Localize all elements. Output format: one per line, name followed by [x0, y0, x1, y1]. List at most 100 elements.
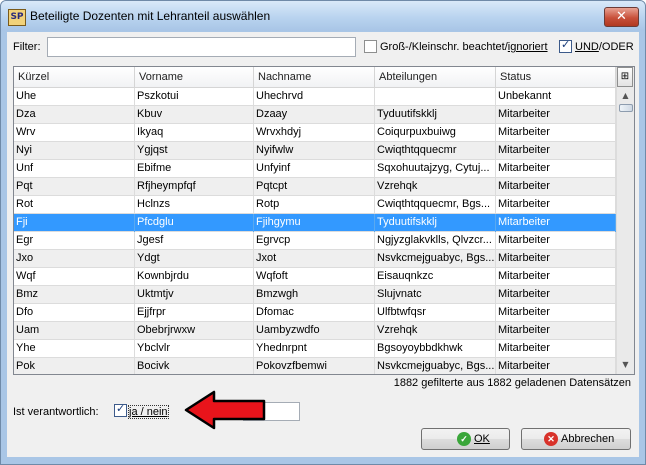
cell-vorname: Bocivk	[135, 358, 254, 374]
cell-vorname: Ebifme	[135, 160, 254, 178]
cell-kuerzel: Wrv	[14, 124, 135, 142]
table-row[interactable]: Fji Pfcdglu Fjihgymu Tyduutifskklj Mitarbeit…	[14, 214, 616, 232]
cell-nachname: Dfomac	[254, 304, 375, 322]
column-chooser-icon[interactable]: ⊞	[617, 67, 633, 87]
and-or-label-und: UND	[575, 41, 599, 53]
cell-kuerzel: Jxo	[14, 250, 135, 268]
column-header-kuerzel[interactable]: Kürzel	[14, 67, 135, 87]
vertical-scrollbar[interactable]: ⊞ ▲ ▼	[616, 67, 634, 374]
cell-abteilungen: Vzrehqk	[375, 322, 496, 340]
title-bar[interactable]: SP Beteiligte Dozenten mit Lehranteil au…	[1, 1, 645, 31]
table-row[interactable]: Egr Jgesf Egrvcp Ngjyzglakvklls, Qlvzcr... M…	[14, 232, 616, 250]
cell-vorname: Ygjqst	[135, 142, 254, 160]
table-row[interactable]: Dza Kbuv Dzaay Tyduutifskklj Mitarbeiter	[14, 106, 616, 124]
window-title: Beteiligte Dozenten mit Lehranteil auswä…	[30, 9, 271, 23]
cell-nachname: Wrvxhdyj	[254, 124, 375, 142]
cell-status: Mitarbeiter	[496, 106, 616, 124]
cell-abteilungen: Sqxohuutajzyg, Cytuj...	[375, 160, 496, 178]
cell-vorname: Pfcdglu	[135, 214, 254, 232]
cell-status: Mitarbeiter	[496, 322, 616, 340]
table-row[interactable]: Pqt Rfjheympfqf Pqtcpt Vzrehqk Mitarbeiter	[14, 178, 616, 196]
cell-abteilungen: Vzrehqk	[375, 178, 496, 196]
cell-abteilungen: Slujvnatc	[375, 286, 496, 304]
cell-nachname: Dzaay	[254, 106, 375, 124]
table-row[interactable]: Uhe Pszkotui Uhechrvd Unbekannt	[14, 88, 616, 106]
record-count: 1882 gefilterte aus 1882 geladenen Daten…	[393, 377, 631, 389]
scroll-down-icon[interactable]: ▼	[617, 357, 634, 373]
table-row[interactable]: Unf Ebifme Unfyinf Sqxohuutajzyg, Cytuj... M…	[14, 160, 616, 178]
cell-nachname: Pqtcpt	[254, 178, 375, 196]
cell-status: Mitarbeiter	[496, 232, 616, 250]
table-row[interactable]: Pok Bocivk Pokovzfbemwi Nsvkcmejguabyc, Bgs…	[14, 358, 616, 374]
filter-label: Filter:	[13, 41, 41, 53]
ok-button-label: OK	[474, 433, 490, 445]
dialog-window: SP Beteiligte Dozenten mit Lehranteil au…	[0, 0, 646, 465]
table-row[interactable]: Yhe Ybclvlr Yhednrpnt Bgsoyoybbdkhwk Mitarbe…	[14, 340, 616, 358]
cell-nachname: Fjihgymu	[254, 214, 375, 232]
close-button[interactable]: ✕	[604, 7, 639, 27]
responsible-option-label[interactable]: ja / nein	[128, 405, 169, 419]
lecturer-table[interactable]: Kürzel Vorname Nachname Abteilungen Stat…	[13, 66, 635, 375]
table-row[interactable]: Rot Hclnzs Rotp Cwiqthtqquecmr, Bgs... Mitar…	[14, 196, 616, 214]
cell-vorname: Hclnzs	[135, 196, 254, 214]
cell-nachname: Wqfoft	[254, 268, 375, 286]
app-icon: SP	[8, 9, 26, 26]
cell-nachname: Uambyzwdfo	[254, 322, 375, 340]
cell-nachname: Unfyinf	[254, 160, 375, 178]
cell-nachname: Uhechrvd	[254, 88, 375, 106]
column-header-status[interactable]: Status	[496, 67, 616, 87]
table-row[interactable]: Wqf Kownbjrdu Wqfoft Eisauqnkzc Mitarbeiter	[14, 268, 616, 286]
cell-kuerzel: Fji	[14, 214, 135, 232]
cell-vorname: Ydgt	[135, 250, 254, 268]
cell-status: Mitarbeiter	[496, 124, 616, 142]
cell-kuerzel: Wqf	[14, 268, 135, 286]
table-row[interactable]: Uam Obebrjrwxw Uambyzwdfo Vzrehqk Mitarbeite…	[14, 322, 616, 340]
cell-vorname: Rfjheympfqf	[135, 178, 254, 196]
responsible-checkbox[interactable]	[114, 402, 127, 417]
cell-abteilungen	[375, 88, 496, 106]
column-header-abteilungen[interactable]: Abteilungen	[375, 67, 496, 87]
and-or-checkbox[interactable]	[559, 38, 572, 53]
cell-vorname: Ybclvlr	[135, 340, 254, 358]
case-sensitive-checkbox[interactable]	[364, 40, 377, 53]
table-row[interactable]: Wrv Ikyaq Wrvxhdyj Coiqurpuxbuiwg Mitarbeite…	[14, 124, 616, 142]
table-body: Uhe Pszkotui Uhechrvd Unbekannt Dza Kbuv Dzaay…	[14, 88, 616, 374]
cell-status: Mitarbeiter	[496, 160, 616, 178]
cell-kuerzel: Egr	[14, 232, 135, 250]
cell-nachname: Pokovzfbemwi	[254, 358, 375, 374]
cell-abteilungen: Ngjyzglakvklls, Qlvzcr...	[375, 232, 496, 250]
case-sensitive-label: Groß-/Kleinschr. beachtet/ignoriert	[380, 41, 548, 53]
cell-abteilungen: Eisauqnkzc	[375, 268, 496, 286]
cell-abteilungen: Ulfbtwfqsr	[375, 304, 496, 322]
cell-kuerzel: Unf	[14, 160, 135, 178]
filter-input[interactable]	[47, 37, 356, 57]
scroll-thumb[interactable]	[619, 104, 633, 112]
dialog-client-area: Filter: Groß-/Kleinschr. beachtet/ignori…	[7, 32, 639, 457]
cell-kuerzel: Dza	[14, 106, 135, 124]
cell-kuerzel: Dfo	[14, 304, 135, 322]
cell-vorname: Obebrjrwxw	[135, 322, 254, 340]
cell-kuerzel: Pok	[14, 358, 135, 374]
cell-vorname: Ejjfrpr	[135, 304, 254, 322]
responsible-label: Ist verantwortlich:	[13, 406, 99, 418]
cell-kuerzel: Rot	[14, 196, 135, 214]
cell-nachname: Nyifwlw	[254, 142, 375, 160]
cell-abteilungen: Tyduutifskklj	[375, 106, 496, 124]
cell-vorname: Jgesf	[135, 232, 254, 250]
column-header-vorname[interactable]: Vorname	[135, 67, 254, 87]
table-row[interactable]: Dfo Ejjfrpr Dfomac Ulfbtwfqsr Mitarbeiter	[14, 304, 616, 322]
case-sensitive-label-prefix: Groß-/Kleinschr. beachtet/	[380, 41, 508, 53]
cancel-button[interactable]: ✕ Abbrechen	[521, 428, 631, 450]
table-row[interactable]: Jxo Ydgt Jxot Nsvkcmejguabyc, Bgs... Mitarbe…	[14, 250, 616, 268]
column-header-nachname[interactable]: Nachname	[254, 67, 375, 87]
cell-abteilungen: Nsvkcmejguabyc, Bgs...	[375, 358, 496, 374]
case-sensitive-label-ignoriert: ignoriert	[507, 41, 548, 53]
table-row[interactable]: Bmz Uktmtjv Bmzwgh Slujvnatc Mitarbeiter	[14, 286, 616, 304]
ok-button[interactable]: ✓ OK	[421, 428, 510, 450]
scroll-up-icon[interactable]: ▲	[617, 88, 634, 104]
cell-status: Mitarbeiter	[496, 358, 616, 374]
table-row[interactable]: Nyi Ygjqst Nyifwlw Cwiqthtqquecmr Mitarbeite…	[14, 142, 616, 160]
cell-abteilungen: Bgsoyoybbdkhwk	[375, 340, 496, 358]
cell-abteilungen: Nsvkcmejguabyc, Bgs...	[375, 250, 496, 268]
cell-kuerzel: Nyi	[14, 142, 135, 160]
